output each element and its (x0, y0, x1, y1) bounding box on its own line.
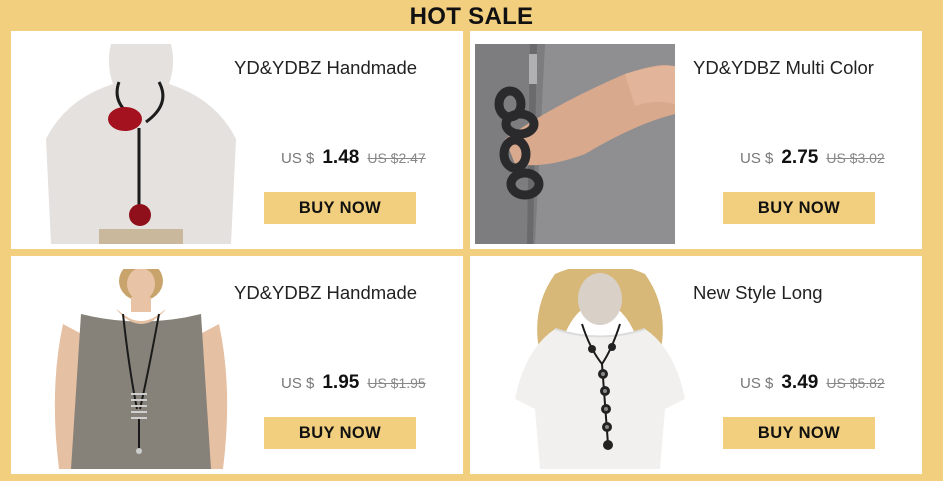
currency-label: US $ (740, 150, 774, 167)
product-image-chain-bracelet[interactable] (475, 44, 675, 244)
original-price: US $3.02 (826, 150, 885, 166)
buy-now-button[interactable]: BUY NOW (264, 417, 416, 449)
price-row: US $1.95 US $1.95 (281, 372, 461, 394)
product-card-4[interactable]: New Style Long US $ 3.49 US $5.82 BUY NOW (470, 256, 922, 474)
product-card-1[interactable]: YD&YDBZ Handmade US $ 1.48 US $2.47 BUY NO… (11, 31, 463, 249)
buy-now-button[interactable]: BUY NOW (264, 192, 416, 224)
sale-price: 1.48 (322, 147, 360, 168)
currency-label: US $ (740, 375, 774, 392)
price-row: US $ 2.75 US $3.02 (740, 147, 920, 169)
original-price: US $1.95 (367, 375, 426, 391)
original-price: US $2.47 (367, 150, 426, 166)
product-image-red-pendant-necklace[interactable] (41, 44, 241, 244)
sale-price: 2.75 (781, 147, 819, 168)
banner-title: HOT SALE (409, 3, 534, 30)
price-row: US $ 3.49 US $5.82 (740, 372, 920, 394)
product-image-bubble-necklace[interactable] (500, 269, 700, 469)
buy-now-button[interactable]: BUY NOW (723, 417, 875, 449)
sale-price: 3.49 (781, 372, 819, 393)
currency-label: US $ (281, 375, 315, 392)
product-title[interactable]: YD&YDBZ Multi Color (693, 57, 874, 79)
price-row: US $ 1.48 US $2.47 (281, 147, 461, 169)
product-image-long-necklace[interactable] (41, 269, 241, 469)
sale-price: 1.95 (322, 372, 360, 393)
product-title[interactable]: YD&YDBZ Handmade (234, 282, 417, 304)
currency-label: US $ (281, 150, 315, 167)
product-card-2[interactable]: YD&YDBZ Multi Color US $ 2.75 US $3.02 BUY… (470, 31, 922, 249)
original-price: US $5.82 (826, 375, 885, 391)
product-title[interactable]: New Style Long (693, 282, 823, 304)
product-title[interactable]: YD&YDBZ Handmade (234, 57, 417, 79)
buy-now-button[interactable]: BUY NOW (723, 192, 875, 224)
product-card-3[interactable]: YD&YDBZ Handmade US $1.95 US $1.95 BUY NO… (11, 256, 463, 474)
